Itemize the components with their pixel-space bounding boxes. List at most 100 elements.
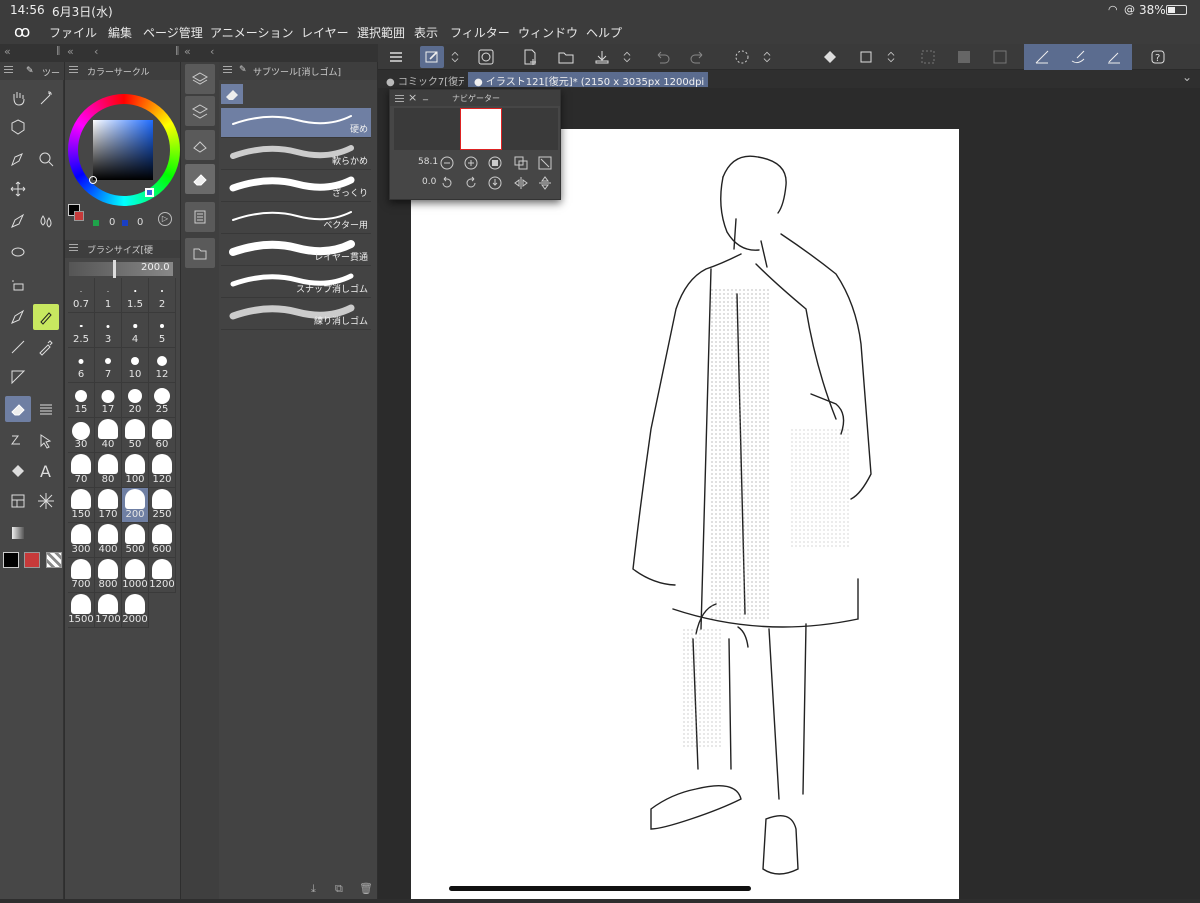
brush-size-option[interactable]: 600 <box>149 523 176 558</box>
magic-wand-icon[interactable] <box>33 85 59 111</box>
layer-search-icon[interactable] <box>185 130 215 160</box>
brush-size-option[interactable]: 100 <box>122 453 149 488</box>
flip-vertical-icon[interactable] <box>536 174 554 192</box>
collapse-left-icon[interactable]: « <box>67 45 74 58</box>
actual-size-icon[interactable] <box>486 154 504 172</box>
brush-size-option[interactable]: 40 <box>95 418 122 453</box>
flip-horizontal-icon[interactable] <box>512 174 530 192</box>
menu-animation[interactable]: アニメーション <box>210 24 294 41</box>
chevron-updown-icon[interactable] <box>760 46 774 68</box>
menu-icon[interactable] <box>384 46 408 68</box>
help-icon[interactable]: ? <box>1146 46 1170 68</box>
clip-studio-icon[interactable] <box>474 46 498 68</box>
close-icon[interactable]: × <box>408 91 417 104</box>
brush-size-option[interactable]: 800 <box>95 558 122 593</box>
menu-layer[interactable]: レイヤー <box>301 24 349 41</box>
tab-comic[interactable]: ● コミック7[復元 <box>380 72 464 87</box>
rotate-right-icon[interactable] <box>462 174 480 192</box>
brush-size-option[interactable]: 17 <box>95 383 122 418</box>
zoom-in-icon[interactable] <box>462 154 480 172</box>
brush-size-option[interactable]: 20 <box>122 383 149 418</box>
brush-size-option[interactable]: 120 <box>149 453 176 488</box>
loading-icon[interactable] <box>730 46 754 68</box>
brush-size-option[interactable]: 1700 <box>95 593 122 628</box>
menu-icon[interactable] <box>4 66 13 67</box>
menu-window[interactable]: ウィンドウ <box>518 24 578 41</box>
brush-size-option[interactable]: 10 <box>122 348 149 383</box>
menu-help[interactable]: ヘルプ <box>586 24 622 41</box>
brush-size-option[interactable]: 6 <box>68 348 95 383</box>
subtool-item[interactable]: 硬め <box>221 108 371 138</box>
menu-icon[interactable] <box>69 66 78 67</box>
hue-handle[interactable] <box>145 188 154 197</box>
transparent-color-swatch[interactable] <box>46 552 62 568</box>
text-icon[interactable]: A <box>33 458 59 484</box>
airbrush-icon[interactable] <box>5 272 31 298</box>
menu-icon[interactable] <box>69 244 78 245</box>
animation-timeline-icon[interactable] <box>185 202 215 232</box>
brush-size-option[interactable]: 300 <box>68 523 95 558</box>
new-file-icon[interactable] <box>518 46 542 68</box>
brush-size-option[interactable]: 1500 <box>68 593 95 628</box>
rotate-left-icon[interactable] <box>438 174 456 192</box>
brush-size-slider-handle[interactable] <box>113 260 116 278</box>
chevron-left-icon[interactable]: ‹ <box>94 45 98 58</box>
brush-size-option[interactable]: 12 <box>149 348 176 383</box>
subtool-item[interactable]: ベクター用 <box>221 204 371 234</box>
line-icon[interactable] <box>5 334 31 360</box>
brush-size-option[interactable]: 70 <box>68 453 95 488</box>
tab-illust[interactable]: ● イラスト121[復元]* (2150 x 3035px 1200dpi 58… <box>468 72 708 87</box>
eraser-icon[interactable] <box>5 396 31 422</box>
pen-pressure-icon[interactable] <box>1030 46 1054 68</box>
brush-size-option[interactable]: 80 <box>95 453 122 488</box>
download-icon[interactable]: ⤓ <box>311 882 316 896</box>
sub-color-swatch[interactable] <box>24 552 40 568</box>
pen-icon[interactable] <box>5 208 31 234</box>
zoom-out-icon[interactable] <box>438 154 456 172</box>
material-icon[interactable] <box>185 238 215 268</box>
hand-icon[interactable] <box>5 85 31 111</box>
brush-size-option[interactable]: 60 <box>149 418 176 453</box>
brush-size-option[interactable]: 1.5 <box>122 278 149 313</box>
fill-bucket-icon[interactable] <box>818 46 842 68</box>
menu-selection[interactable]: 選択範囲 <box>357 24 405 41</box>
subtool-item[interactable]: 練り消しゴム <box>221 300 371 330</box>
menu-view[interactable]: 表示 <box>414 24 438 41</box>
fit-window-icon[interactable] <box>536 154 554 172</box>
subtool-item[interactable]: ざっくり <box>221 172 371 202</box>
brush-size-option[interactable]: 200 <box>122 488 149 523</box>
invert-selection-icon[interactable] <box>952 46 976 68</box>
grip-icon[interactable]: ‖ <box>175 46 180 56</box>
brush-size-option[interactable]: 50 <box>122 418 149 453</box>
minimize-icon[interactable]: _ <box>423 90 428 101</box>
fill-icon[interactable] <box>5 458 31 484</box>
sub-color-mini[interactable] <box>74 211 84 221</box>
brush-size-option[interactable]: 30 <box>68 418 95 453</box>
main-color-swatch[interactable] <box>3 552 19 568</box>
subtool-eraser-icon[interactable] <box>185 164 215 194</box>
menu-page[interactable]: ページ管理 <box>143 24 203 41</box>
play-icon[interactable]: ▷ <box>158 212 172 226</box>
blend-drops-icon[interactable] <box>33 208 59 234</box>
brush-size-option[interactable]: 2.5 <box>68 313 95 348</box>
saturation-value-square[interactable] <box>93 120 153 180</box>
brush-size-option[interactable]: 2000 <box>122 593 149 628</box>
brush-size-option[interactable]: 1000 <box>122 558 149 593</box>
brush-size-option[interactable]: 700 <box>68 558 95 593</box>
open-folder-icon[interactable] <box>554 46 578 68</box>
brush-size-option[interactable]: 150 <box>68 488 95 523</box>
brush-size-option[interactable]: 400 <box>95 523 122 558</box>
app-logo-icon[interactable]: ꝏ <box>14 22 30 41</box>
chevron-left-icon[interactable]: ‹ <box>210 45 214 58</box>
layer-list-icon[interactable] <box>185 96 215 126</box>
brush-size-option[interactable]: 4 <box>122 313 149 348</box>
lasso-icon[interactable] <box>5 240 31 266</box>
brush-size-option[interactable]: 500 <box>122 523 149 558</box>
correct-line-icon[interactable] <box>5 428 31 454</box>
chevron-updown-icon[interactable] <box>884 46 898 68</box>
brush-size-option[interactable]: 25 <box>149 383 176 418</box>
eraser-group-tab[interactable] <box>221 84 243 104</box>
chevron-down-icon[interactable]: ⌄ <box>1182 70 1192 84</box>
grip-icon[interactable]: ‖ <box>56 46 61 56</box>
undo-icon[interactable] <box>650 46 674 68</box>
